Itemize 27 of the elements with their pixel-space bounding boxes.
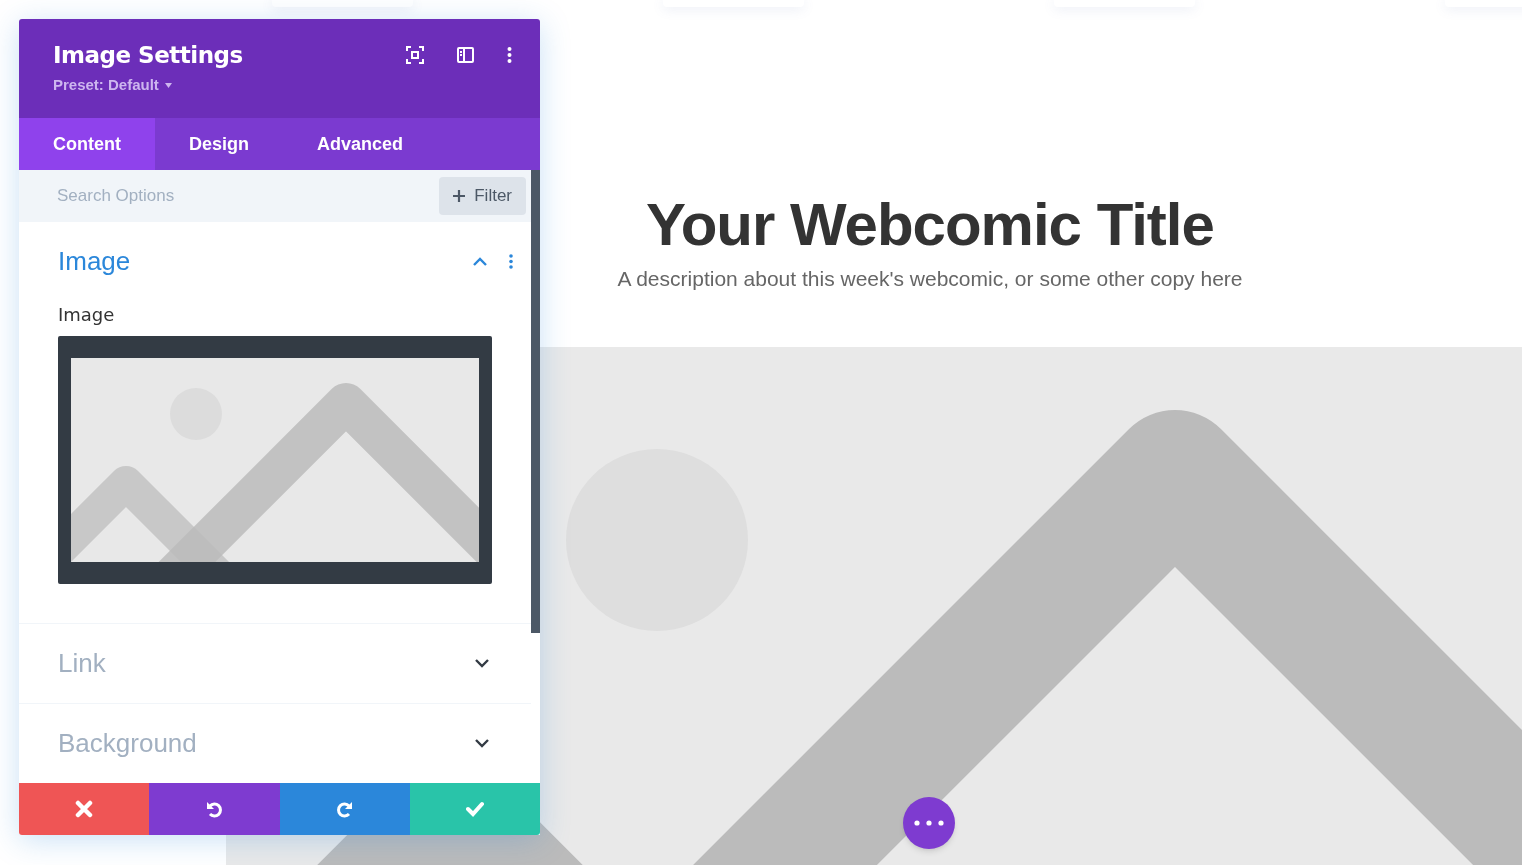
field-label: Image	[58, 303, 116, 327]
scrollbar[interactable]	[531, 170, 540, 633]
redo-icon	[335, 800, 354, 818]
check-icon	[465, 800, 484, 818]
tab[interactable]: Content	[19, 118, 155, 170]
discard-button[interactable]	[19, 783, 150, 835]
tab[interactable]: Design	[155, 118, 283, 170]
plus-icon	[453, 190, 466, 202]
filter-button[interactable]: Filter	[439, 177, 526, 215]
panel-title: Image Settings	[53, 41, 243, 70]
preset-dropdown[interactable]: Preset: Default	[53, 72, 243, 98]
fullscreen-icon[interactable]	[406, 46, 424, 64]
image-upload-field[interactable]	[58, 336, 492, 584]
chevron-down-icon	[475, 659, 489, 668]
chevron-down-icon	[475, 739, 489, 748]
page-description: A description about this week's webcomic, or some other copy here	[617, 266, 1243, 292]
kebab-menu-icon[interactable]	[509, 253, 513, 269]
chevron-up-icon	[473, 256, 487, 266]
section-toggle[interactable]: Image	[58, 241, 131, 281]
undo-icon	[205, 800, 224, 818]
sidebar-layout-icon[interactable]	[457, 47, 474, 63]
close-icon	[75, 800, 94, 818]
kebab-menu-icon[interactable]	[507, 47, 512, 63]
tab[interactable]: Advanced	[283, 118, 438, 170]
page-title: Your Webcomic Title	[646, 190, 1214, 260]
caret-icon	[164, 82, 172, 88]
dots-icon	[914, 820, 944, 826]
